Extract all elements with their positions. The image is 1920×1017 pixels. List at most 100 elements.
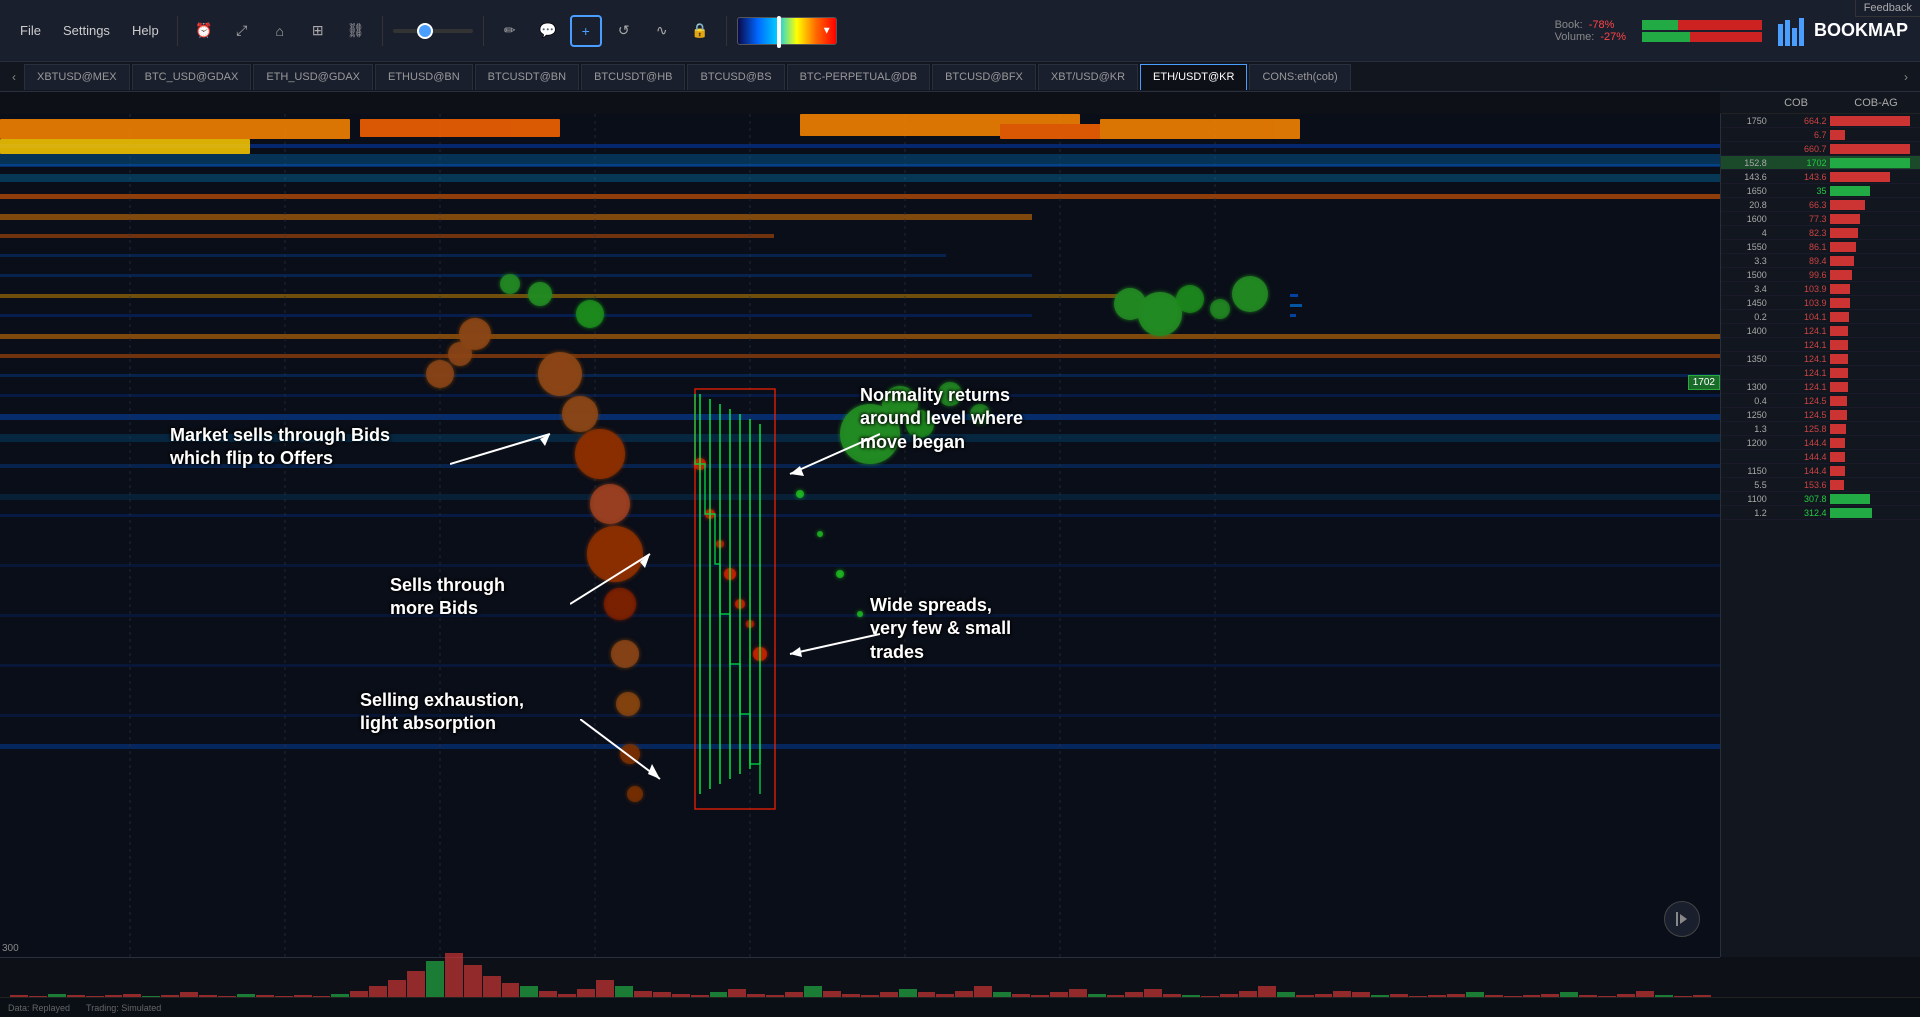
link-toolbar-btn[interactable]: ⛓: [340, 15, 372, 47]
volume-bar: [502, 983, 520, 998]
price-ladder-row: 160077.3: [1721, 212, 1920, 226]
price-ladder-row: 6.7: [1721, 128, 1920, 142]
price-ladder-row: 1.3125.8: [1721, 422, 1920, 436]
stat-bars: [1642, 20, 1762, 42]
feedback-button[interactable]: Feedback: [1855, 0, 1920, 17]
book-label: Book:: [1555, 19, 1583, 31]
tabs-bar: ‹ XBTUSD@MEXBTC_USD@GDAXETH_USD@GDAXETHU…: [0, 62, 1920, 92]
tab-item-11[interactable]: CONS:eth(cob): [1249, 64, 1350, 90]
price-ladder-row: 3.389.4: [1721, 254, 1920, 268]
filter-toolbar-btn[interactable]: ⌂: [264, 15, 296, 47]
separator-3: [483, 16, 484, 46]
price-ladder-row: 165035: [1721, 184, 1920, 198]
tab-item-7[interactable]: BTC-PERPETUAL@DB: [787, 64, 931, 90]
volume-bar: [407, 971, 425, 998]
volume-value: -27%: [1600, 31, 1626, 43]
price-ladder-row: 155086.1: [1721, 240, 1920, 254]
tab-item-4[interactable]: BTCUSDT@BN: [475, 64, 579, 90]
crosshair-control[interactable]: [393, 15, 473, 47]
price-ladder-row: 144.4: [1721, 450, 1920, 464]
price-ladder-row: 1.2312.4: [1721, 506, 1920, 520]
current-price-indicator: 1702: [1688, 375, 1720, 390]
replay-toolbar-btn[interactable]: ↺: [608, 15, 640, 47]
tab-item-5[interactable]: BTCUSDT@HB: [581, 64, 685, 90]
price-rows: 1750664.26.7660.7152.81702143.6143.61650…: [1721, 114, 1920, 520]
price-ladder-row: 20.866.3: [1721, 198, 1920, 212]
price-ladder-row: 3.4103.9: [1721, 282, 1920, 296]
lock-toolbar-btn[interactable]: 🔒: [684, 15, 716, 47]
volume-stat-row: Volume: -27%: [1555, 31, 1626, 43]
chart-svg: [0, 114, 1720, 957]
price-ladder-row: 1250124.5: [1721, 408, 1920, 422]
cob-header: COB: [1756, 97, 1836, 109]
column-headers: COB COB-AG: [1720, 92, 1920, 114]
play-button[interactable]: [1664, 901, 1700, 937]
price-ladder-row: 660.7: [1721, 142, 1920, 156]
bookmap-logo: BOOKMAP: [1778, 16, 1908, 46]
logo-text: BOOKMAP: [1814, 20, 1908, 41]
volume-bars: [0, 958, 1720, 998]
chart-area[interactable]: COB COB-AG: [0, 92, 1920, 1017]
price-ladder-row: 1100307.8: [1721, 492, 1920, 506]
price-ladder-row: 143.6143.6: [1721, 170, 1920, 184]
add-toolbar-btn[interactable]: +: [570, 15, 602, 47]
bottom-status-bar: Data: Replayed Trading: Simulated: [0, 997, 1920, 1017]
menu-help[interactable]: Help: [124, 19, 167, 42]
tab-item-6[interactable]: BTCUSD@BS: [687, 64, 784, 90]
tab-item-2[interactable]: ETH_USD@GDAX: [253, 64, 373, 90]
separator-2: [382, 16, 383, 46]
volume-bar: [596, 980, 614, 998]
menu-settings[interactable]: Settings: [55, 19, 118, 42]
tabs-prev-btn[interactable]: ‹: [4, 64, 24, 90]
clock-toolbar-btn[interactable]: ⏰: [188, 15, 220, 47]
price-ladder-row: 150099.6: [1721, 268, 1920, 282]
price-ladder-row: 1300124.1: [1721, 380, 1920, 394]
price-ladder-row: 1200144.4: [1721, 436, 1920, 450]
price-ladder-row: 5.5153.6: [1721, 478, 1920, 492]
top-bar: File Settings Help ⏰ ⤢ ⌂ ⊞ ⛓ ✏ 💬 + ↺ ∿ 🔒…: [0, 0, 1920, 62]
grid-toolbar-btn[interactable]: ⊞: [302, 15, 334, 47]
menu-file[interactable]: File: [12, 19, 49, 42]
data-replayed-label: Data: Replayed: [8, 1003, 70, 1013]
volume-bar: [445, 953, 463, 998]
bottom-price-label: 300: [2, 943, 19, 954]
price-ladder: 1750664.26.7660.7152.81702143.6143.61650…: [1720, 114, 1920, 957]
tab-item-9[interactable]: XBT/USD@KR: [1038, 64, 1138, 90]
volume-bar: [1642, 32, 1762, 42]
volume-label: Volume:: [1555, 31, 1595, 43]
tabs-container: XBTUSD@MEXBTC_USD@GDAXETH_USD@GDAXETHUSD…: [24, 64, 1896, 90]
book-value: -78%: [1589, 19, 1615, 31]
color-gradient-selector[interactable]: ▼: [737, 17, 837, 45]
price-ladder-row: 0.4124.5: [1721, 394, 1920, 408]
volume-bar: [483, 976, 501, 999]
price-ladder-row: 124.1: [1721, 366, 1920, 380]
tab-item-0[interactable]: XBTUSD@MEX: [24, 64, 130, 90]
chart-canvas[interactable]: Market sells through Bidswhich flip to O…: [0, 114, 1720, 957]
trading-simulated-label: Trading: Simulated: [86, 1003, 161, 1013]
tab-item-3[interactable]: ETHUSD@BN: [375, 64, 473, 90]
chat-toolbar-btn[interactable]: 💬: [532, 15, 564, 47]
price-ladder-row: 482.3: [1721, 226, 1920, 240]
tabs-next-btn[interactable]: ›: [1896, 64, 1916, 90]
price-ladder-row: 1400124.1: [1721, 324, 1920, 338]
cob-ag-header: COB-AG: [1836, 97, 1916, 109]
price-ladder-row: 0.2104.1: [1721, 310, 1920, 324]
draw-toolbar-btn[interactable]: ✏: [494, 15, 526, 47]
separator-4: [726, 16, 727, 46]
separator-1: [177, 16, 178, 46]
price-ladder-row: 152.81702: [1721, 156, 1920, 170]
tab-item-8[interactable]: BTCUSD@BFX: [932, 64, 1036, 90]
wave-toolbar-btn[interactable]: ∿: [646, 15, 678, 47]
share-toolbar-btn[interactable]: ⤢: [226, 15, 258, 47]
top-right-panel: Book: -78% Volume: -27%: [1555, 16, 1908, 46]
tab-item-10[interactable]: ETH/USDT@KR: [1140, 64, 1247, 90]
volume-bar: [426, 961, 444, 999]
volume-bar: [464, 965, 482, 998]
price-ladder-row: 1350124.1: [1721, 352, 1920, 366]
price-ladder-row: 1750664.2: [1721, 114, 1920, 128]
stats-block: Book: -78% Volume: -27%: [1555, 19, 1626, 43]
logo-icon: [1778, 16, 1808, 46]
volume-bar: [388, 980, 406, 998]
tab-item-1[interactable]: BTC_USD@GDAX: [132, 64, 252, 90]
price-ladder-row: 1450103.9: [1721, 296, 1920, 310]
